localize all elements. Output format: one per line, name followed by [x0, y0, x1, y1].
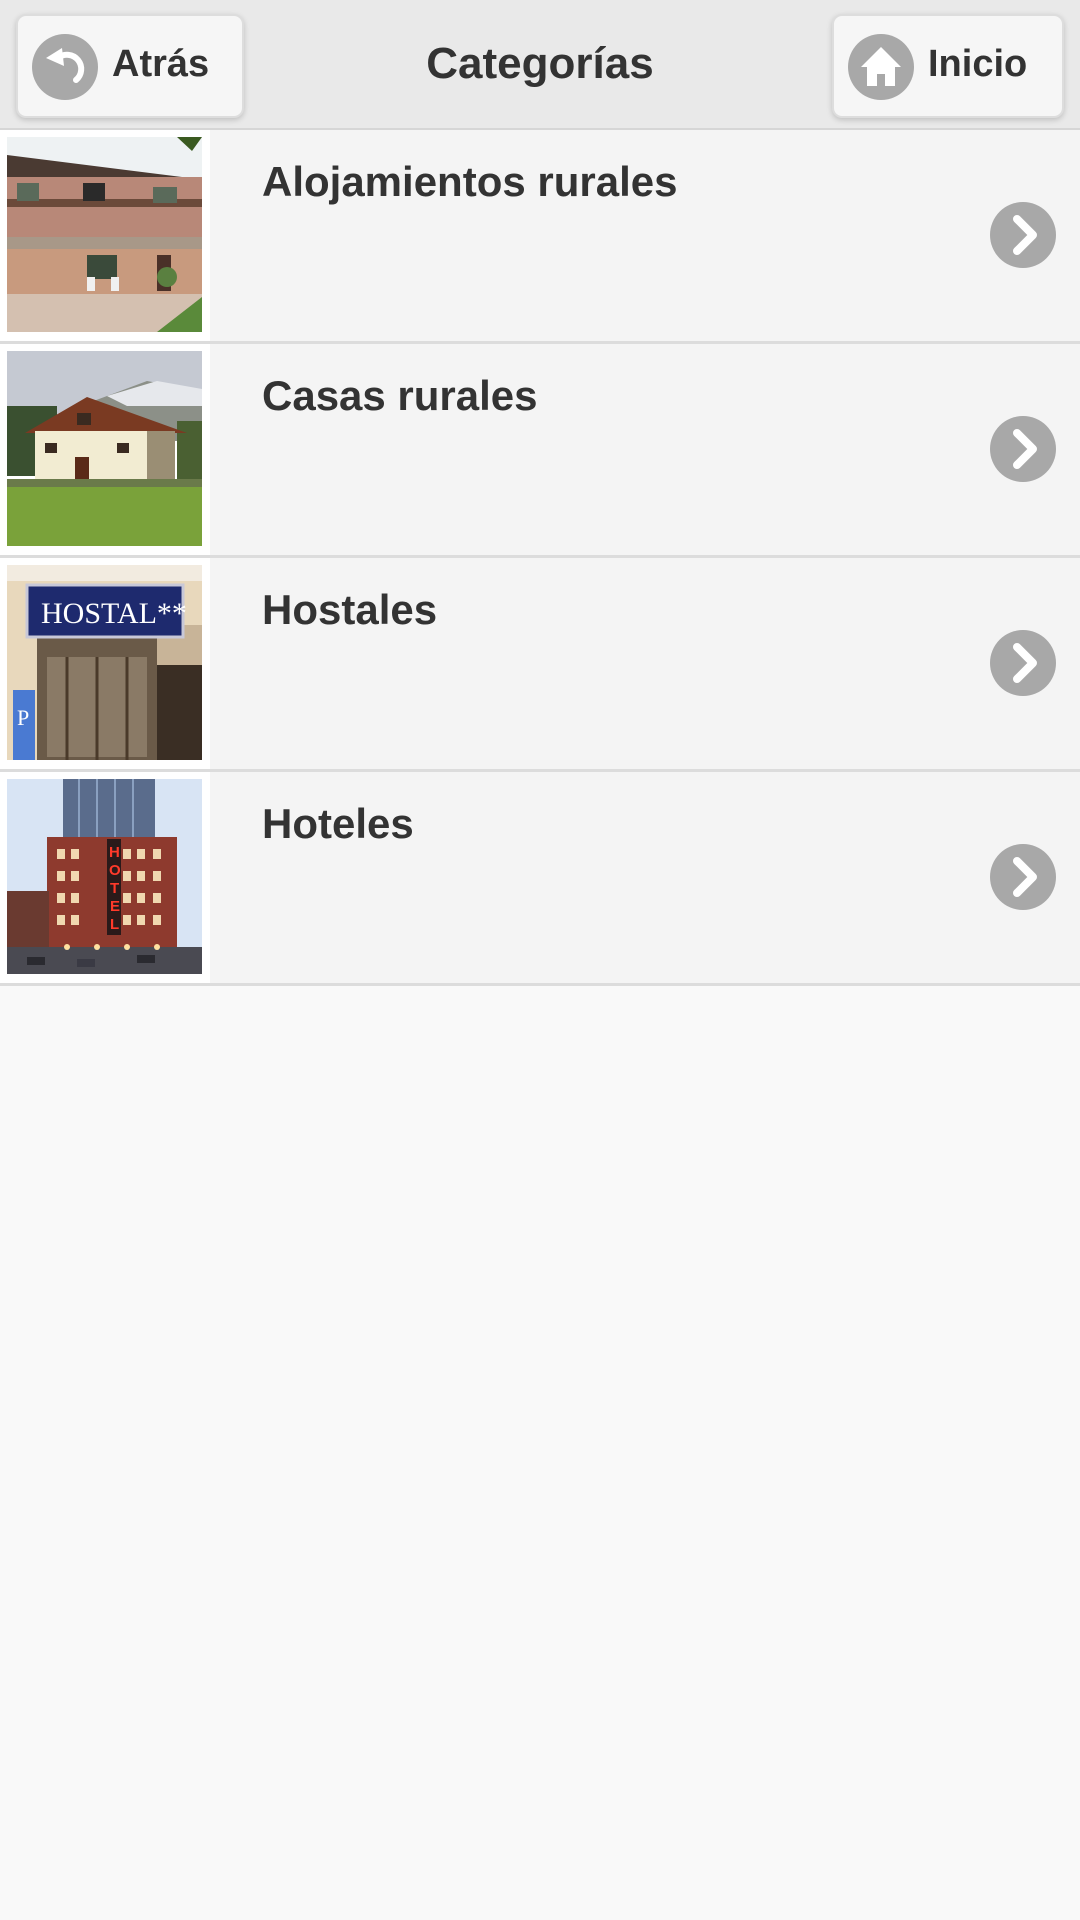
home-button-label: Inicio — [928, 43, 1028, 85]
svg-text:H: H — [109, 844, 120, 861]
back-arrow-icon — [32, 34, 98, 100]
hostal-sign-image: HOSTAL** P — [7, 565, 202, 760]
svg-text:T: T — [110, 880, 119, 897]
chevron-right-icon — [990, 844, 1056, 910]
back-button[interactable]: Atrás — [16, 14, 244, 118]
chevron-right-icon — [990, 202, 1056, 268]
country-house-image — [7, 351, 202, 546]
home-icon — [848, 34, 914, 100]
list-item-hostales[interactable]: HOSTAL** P Hostales — [0, 558, 1080, 772]
hostal-sign-text: HOSTAL** — [41, 597, 187, 630]
list-item-casas-rurales[interactable]: Casas rurales — [0, 344, 1080, 558]
category-label: Casas rurales — [262, 372, 538, 419]
list-item-alojamientos-rurales[interactable]: Alojamientos rurales — [0, 130, 1080, 344]
chevron-right-icon — [990, 416, 1056, 482]
list-item-hoteles[interactable]: H O T E L Hoteles — [0, 772, 1080, 986]
svg-text:O: O — [109, 862, 121, 879]
chevron-right-icon — [990, 630, 1056, 696]
rural-lodging-image — [7, 137, 202, 332]
svg-text:P: P — [17, 705, 29, 730]
category-label: Hostales — [262, 586, 438, 633]
svg-text:E: E — [110, 898, 120, 915]
svg-text:L: L — [110, 916, 119, 933]
category-label: Alojamientos rurales — [262, 158, 678, 205]
back-button-label: Atrás — [112, 43, 210, 85]
hotel-building-image: H O T E L — [7, 779, 202, 974]
category-label: Hoteles — [262, 800, 414, 847]
category-list: Alojamientos rurales Casas rurales HOSTA… — [0, 130, 1080, 986]
home-button[interactable]: Inicio — [832, 14, 1064, 118]
header-bar: Categorías Atrás Inicio — [0, 0, 1080, 130]
